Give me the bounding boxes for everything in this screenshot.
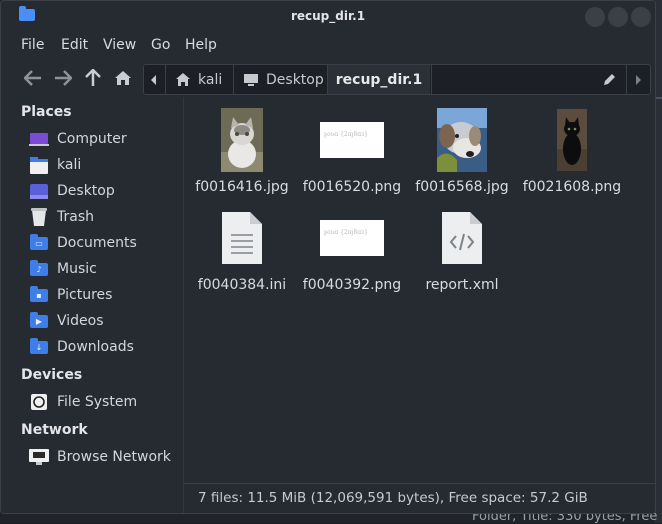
svg-text:ʂoʋɑ {2ɱ8ɑɜ}: ʂoʋɑ {2ɱ8ɑɜ} bbox=[324, 131, 368, 138]
desktop-icon bbox=[244, 73, 258, 86]
home-button[interactable] bbox=[109, 61, 137, 95]
file-item[interactable]: f0021608.png bbox=[517, 107, 627, 195]
status-text: 7 files: 11.5 MiB (12,069,591 bytes), Fr… bbox=[198, 490, 588, 506]
chevron-right-icon bbox=[636, 74, 641, 85]
sidebar-item-label: Pictures bbox=[57, 287, 113, 303]
title-bar[interactable]: recup_dir.1 bbox=[1, 1, 655, 33]
file-name: f0016520.png bbox=[302, 179, 402, 195]
sidebar-item-label: Downloads bbox=[57, 339, 134, 355]
file-item[interactable]: f0016568.jpg bbox=[407, 107, 517, 195]
sidebar-item-label: Trash bbox=[57, 209, 94, 225]
documents-folder-icon: ▭ bbox=[29, 233, 49, 252]
toolbar: kali Desktop recup_dir.1 bbox=[1, 61, 655, 95]
path-scroll-right-button[interactable] bbox=[627, 65, 649, 94]
file-item[interactable]: ʂoʋɑ {2ɱ8ɑɜ} f0040392.png bbox=[297, 205, 407, 293]
computer-icon bbox=[29, 130, 49, 148]
path-scroll-left-button[interactable] bbox=[144, 65, 164, 94]
sidebar-item-downloads[interactable]: ↓ Downloads bbox=[29, 335, 179, 359]
sidebar-item-pictures[interactable]: ▪ Pictures bbox=[29, 283, 179, 307]
path-label-kali: kali bbox=[198, 71, 223, 88]
home-icon bbox=[176, 73, 190, 86]
home-folder-icon bbox=[29, 156, 49, 174]
file-name: f0016568.jpg bbox=[415, 179, 509, 195]
path-segment-kali[interactable]: kali bbox=[166, 65, 232, 94]
file-item[interactable]: f0040384.ini bbox=[187, 205, 297, 293]
sidebar-item-label: File System bbox=[57, 394, 138, 410]
path-label-current: recup_dir.1 bbox=[335, 71, 423, 88]
menu-go[interactable]: Go bbox=[151, 37, 170, 53]
file-item[interactable]: f0016416.jpg bbox=[187, 107, 297, 195]
window-title: recup_dir.1 bbox=[290, 9, 366, 23]
devices-heading: Devices bbox=[21, 367, 83, 383]
network-icon bbox=[29, 448, 49, 466]
chevron-left-icon bbox=[151, 74, 156, 85]
sidebar-item-file-system[interactable]: File System bbox=[29, 390, 179, 414]
file-item[interactable]: report.xml bbox=[407, 205, 517, 293]
menu-view[interactable]: View bbox=[103, 37, 136, 53]
back-button[interactable] bbox=[19, 61, 47, 95]
file-name: f0040384.ini bbox=[197, 277, 287, 293]
pictures-folder-icon: ▪ bbox=[29, 285, 49, 304]
cat-photo-thumbnail bbox=[187, 107, 297, 173]
dog-photo-thumbnail bbox=[407, 107, 517, 173]
downloads-folder-icon: ↓ bbox=[29, 337, 49, 356]
menu-help[interactable]: Help bbox=[185, 37, 217, 53]
path-segment-desktop[interactable]: Desktop bbox=[234, 65, 327, 94]
pencil-icon bbox=[603, 74, 615, 85]
videos-folder-icon: ▶ bbox=[29, 311, 49, 330]
text-image-thumbnail: ʂoʋɑ {2ɱ8ɑɜ} bbox=[297, 205, 407, 271]
maximize-button[interactable] bbox=[608, 7, 628, 27]
close-button[interactable] bbox=[631, 7, 651, 27]
places-heading: Places bbox=[21, 104, 72, 120]
file-manager-window: recup_dir.1 File Edit View Go Help kali … bbox=[0, 0, 656, 514]
arrow-right-icon bbox=[55, 70, 72, 86]
sidebar-item-documents[interactable]: ▭ Documents bbox=[29, 231, 179, 255]
file-name: f0040392.png bbox=[302, 277, 402, 293]
sidebar-item-label: Computer bbox=[57, 131, 127, 147]
path-bar: kali Desktop recup_dir.1 bbox=[143, 64, 651, 95]
edit-path-button[interactable] bbox=[594, 65, 624, 94]
file-item[interactable]: ʂoʋɑ {2ɱ8ɑɜ} f0016520.png bbox=[297, 107, 407, 195]
trash-icon bbox=[29, 208, 49, 226]
forward-button[interactable] bbox=[49, 61, 77, 95]
sidebar-item-videos[interactable]: ▶ Videos bbox=[29, 309, 179, 333]
path-segment-current[interactable]: recup_dir.1 bbox=[328, 65, 430, 94]
sidebar-item-computer[interactable]: Computer bbox=[29, 127, 179, 151]
sidebar-item-kali[interactable]: kali bbox=[29, 153, 179, 177]
file-name: f0021608.png bbox=[522, 179, 622, 195]
up-button[interactable] bbox=[79, 61, 107, 95]
sidebar-item-label: Browse Network bbox=[57, 449, 171, 465]
status-bar: 7 files: 11.5 MiB (12,069,591 bytes), Fr… bbox=[184, 483, 655, 513]
text-image-thumbnail: ʂoʋɑ {2ɱ8ɑɜ} bbox=[297, 107, 407, 173]
sidebar-item-label: Music bbox=[57, 261, 97, 277]
sidebar-item-browse-network[interactable]: Browse Network bbox=[29, 445, 179, 469]
desktop-icon bbox=[29, 182, 49, 200]
text-document-icon bbox=[187, 205, 297, 271]
minimize-button[interactable] bbox=[585, 7, 605, 27]
sidebar-item-label: Documents bbox=[57, 235, 137, 251]
network-heading: Network bbox=[21, 422, 88, 438]
arrow-up-icon bbox=[85, 69, 101, 86]
menu-bar: File Edit View Go Help bbox=[1, 33, 655, 59]
path-label-desktop: Desktop bbox=[266, 71, 324, 88]
music-folder-icon: ♪ bbox=[29, 259, 49, 278]
sidebar-item-trash[interactable]: Trash bbox=[29, 205, 179, 229]
file-name: f0016416.jpg bbox=[195, 179, 289, 195]
sidebar: Places Computer kali Desktop Trash ▭ Doc… bbox=[1, 97, 184, 513]
svg-text:ʂoʋɑ {2ɱ8ɑɜ}: ʂoʋɑ {2ɱ8ɑɜ} bbox=[324, 229, 368, 236]
sidebar-item-music[interactable]: ♪ Music bbox=[29, 257, 179, 281]
drive-icon bbox=[29, 393, 49, 411]
sidebar-item-label: Desktop bbox=[57, 183, 115, 199]
file-name: report.xml bbox=[425, 277, 499, 293]
menu-edit[interactable]: Edit bbox=[61, 37, 88, 53]
black-cat-photo-thumbnail bbox=[517, 107, 627, 173]
menu-file[interactable]: File bbox=[21, 37, 44, 53]
file-view[interactable]: f0016416.jpg ʂoʋɑ {2ɱ8ɑɜ} f0016520.png f… bbox=[184, 97, 655, 481]
xml-document-icon bbox=[407, 205, 517, 271]
sidebar-item-label: kali bbox=[57, 157, 82, 173]
sidebar-item-desktop[interactable]: Desktop bbox=[29, 179, 179, 203]
sidebar-item-label: Videos bbox=[57, 313, 104, 329]
arrow-left-icon bbox=[24, 70, 41, 86]
home-icon bbox=[115, 71, 131, 85]
